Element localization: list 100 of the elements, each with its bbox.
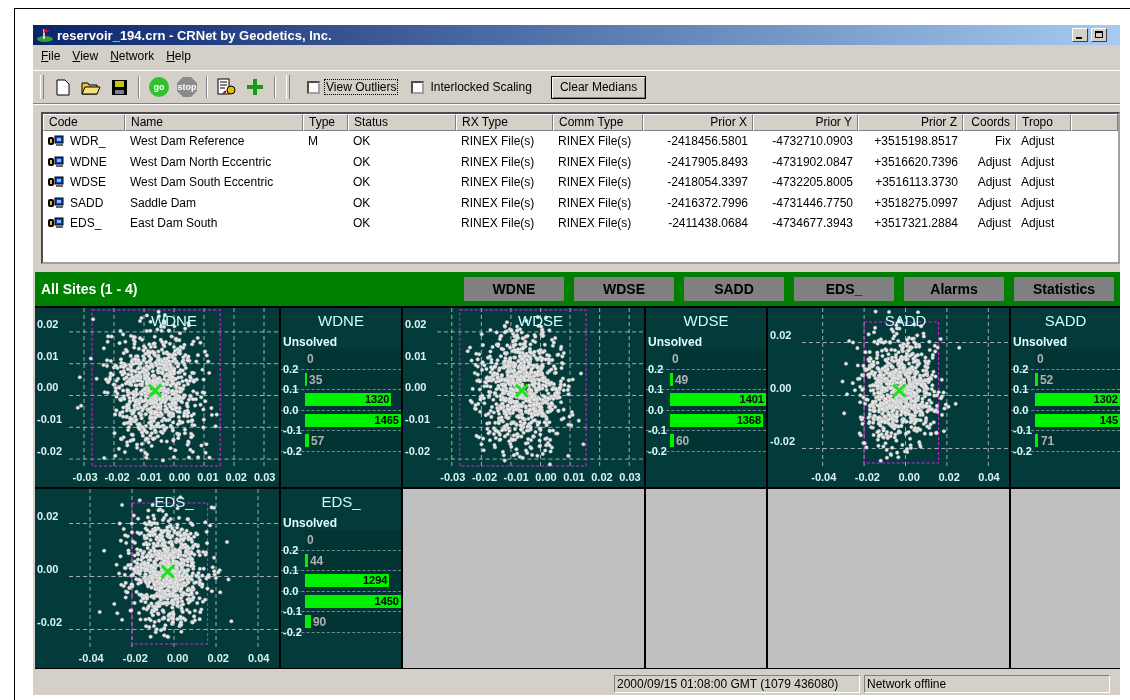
unsolved-label: Unsolved	[648, 335, 702, 349]
axis-tick-label: 0.2	[282, 543, 300, 556]
clear-medians-button[interactable]: Clear Medians	[550, 75, 647, 99]
flag-icon	[36, 27, 54, 43]
minimize-button[interactable]	[1072, 28, 1088, 42]
table-cell: OK	[353, 175, 371, 190]
table-cell: OK	[353, 134, 371, 149]
site-button[interactable]: WDNE	[464, 277, 564, 301]
axis-tick-label: 0.01	[37, 349, 59, 362]
axis-tick-label: 0.0	[282, 584, 300, 597]
table-cell: +3518275.0997	[874, 195, 958, 210]
bar-count: 44	[309, 553, 324, 568]
table-cell: WDSE	[70, 175, 106, 190]
column-header[interactable]: RX Type	[456, 114, 553, 131]
table-cell: -2418456.5801	[667, 134, 748, 149]
table-cell: -4732710.0903	[772, 134, 853, 149]
table-cell: RINEX File(s)	[558, 195, 632, 210]
table-cell: -2417905.8493	[667, 154, 748, 169]
monitor-title: All Sites (1 - 4)	[41, 281, 139, 297]
checkbox[interactable]	[307, 80, 320, 94]
bar-count: 1465	[374, 413, 400, 427]
column-header[interactable]: Coords	[963, 114, 1016, 131]
maximize-button[interactable]	[1091, 28, 1107, 42]
table-cell: -2418054.3397	[667, 175, 748, 190]
table-cell: -4731902.0847	[772, 154, 853, 169]
table-cell: RINEX File(s)	[558, 175, 632, 190]
menu-item[interactable]: File	[35, 48, 67, 63]
axis-tick-label: 0.03	[619, 471, 641, 483]
table-cell: OK	[353, 216, 371, 231]
axis-tick-label: 0.0	[282, 403, 300, 416]
table-cell: Adjust	[977, 216, 1011, 231]
table-cell: +3515198.8517	[874, 134, 958, 149]
table-cell: WDR_	[70, 134, 106, 149]
histogram-title: EDS_	[320, 493, 362, 510]
axis-tick-label: -0.01	[37, 413, 63, 426]
bar-count: 1302	[1093, 393, 1119, 407]
table-cell: RINEX File(s)	[461, 134, 535, 149]
axis-tick-label: -0.02	[122, 652, 148, 664]
unsolved-label: Unsolved	[283, 516, 337, 530]
checkbox[interactable]	[411, 80, 425, 94]
table-cell: Adjust	[977, 154, 1011, 169]
table-cell: West Dam Reference	[130, 134, 245, 149]
table-cell: RINEX File(s)	[558, 216, 632, 231]
bar-count: 60	[675, 434, 690, 448]
axis-tick-label: -0.02	[770, 434, 796, 447]
site-button[interactable]: SADD	[684, 277, 784, 301]
table-cell: Adjust	[1021, 134, 1055, 149]
axis-tick-label: -0.02	[37, 445, 63, 458]
column-header[interactable]: Code	[43, 114, 125, 131]
site-button[interactable]: EDS_	[794, 277, 894, 301]
menu-item[interactable]: Help	[160, 48, 197, 63]
bar-count: 1294	[363, 574, 389, 588]
table-cell: Saddle Dam	[130, 195, 197, 210]
unsolved-label: Unsolved	[1013, 335, 1067, 349]
document-gear-icon	[217, 78, 237, 96]
column-header[interactable]: Status	[348, 114, 456, 131]
table-cell: -4732205.8005	[772, 175, 853, 190]
table-cell: Fix	[995, 134, 1011, 149]
column-header[interactable]: Prior Z	[858, 114, 963, 131]
table-cell: Adjust	[1021, 195, 1055, 210]
table-cell: -4731446.7750	[772, 195, 853, 210]
column-header[interactable]: Prior Y	[753, 114, 858, 131]
axis-tick-label: 0.1	[1012, 383, 1030, 395]
axis-tick-label: 0.02	[37, 509, 59, 522]
axis-tick-label: 0.02	[207, 652, 229, 664]
axis-tick-label: 0.00	[405, 381, 427, 394]
table-cell: OK	[353, 195, 371, 210]
axis-tick-label: 0.00	[898, 471, 920, 483]
unsolved-label: Unsolved	[283, 335, 337, 349]
axis-tick-label: -0.1	[647, 424, 668, 436]
site-button[interactable]: Alarms	[904, 277, 1004, 301]
plus-icon	[246, 78, 264, 96]
axis-tick-label: -0.1	[282, 424, 303, 436]
bar-count: 1401	[739, 393, 765, 407]
table-cell: Adjust	[977, 175, 1011, 190]
column-header[interactable]: Prior X	[643, 114, 753, 131]
column-header[interactable]: Comm Type	[553, 114, 643, 131]
table-cell: -4734677.3943	[772, 216, 853, 231]
table-cell: -2416372.7996	[667, 195, 748, 210]
site-button[interactable]: WDSE	[574, 277, 674, 301]
site-button[interactable]: Statistics	[1014, 277, 1114, 301]
table-cell: RINEX File(s)	[461, 216, 535, 231]
menu-item[interactable]: View	[66, 48, 105, 63]
checkbox-label[interactable]: Interlocked Scaling	[429, 80, 533, 94]
axis-tick-label: 0.00	[168, 471, 191, 483]
menu-item[interactable]: Network	[104, 48, 161, 63]
checkbox-label[interactable]: View Outliers	[325, 80, 398, 94]
axis-tick-label: -0.03	[440, 471, 466, 483]
axis-tick-label: -0.2	[647, 444, 668, 457]
table-cell: East Dam South	[130, 216, 218, 231]
bar-count: 1320	[364, 393, 391, 407]
axis-tick-label: 0.00	[37, 562, 59, 575]
bar-count: 0	[1037, 352, 1044, 366]
column-header[interactable]: Name	[125, 114, 303, 131]
column-header[interactable]: Type	[303, 114, 348, 131]
axis-tick-label: 0.1	[647, 383, 665, 395]
column-header[interactable]: Tropo	[1016, 114, 1071, 131]
table-cell: RINEX File(s)	[461, 195, 535, 210]
axis-tick-label: -0.1	[282, 605, 303, 617]
table-cell: +3517321.2884	[874, 216, 958, 231]
